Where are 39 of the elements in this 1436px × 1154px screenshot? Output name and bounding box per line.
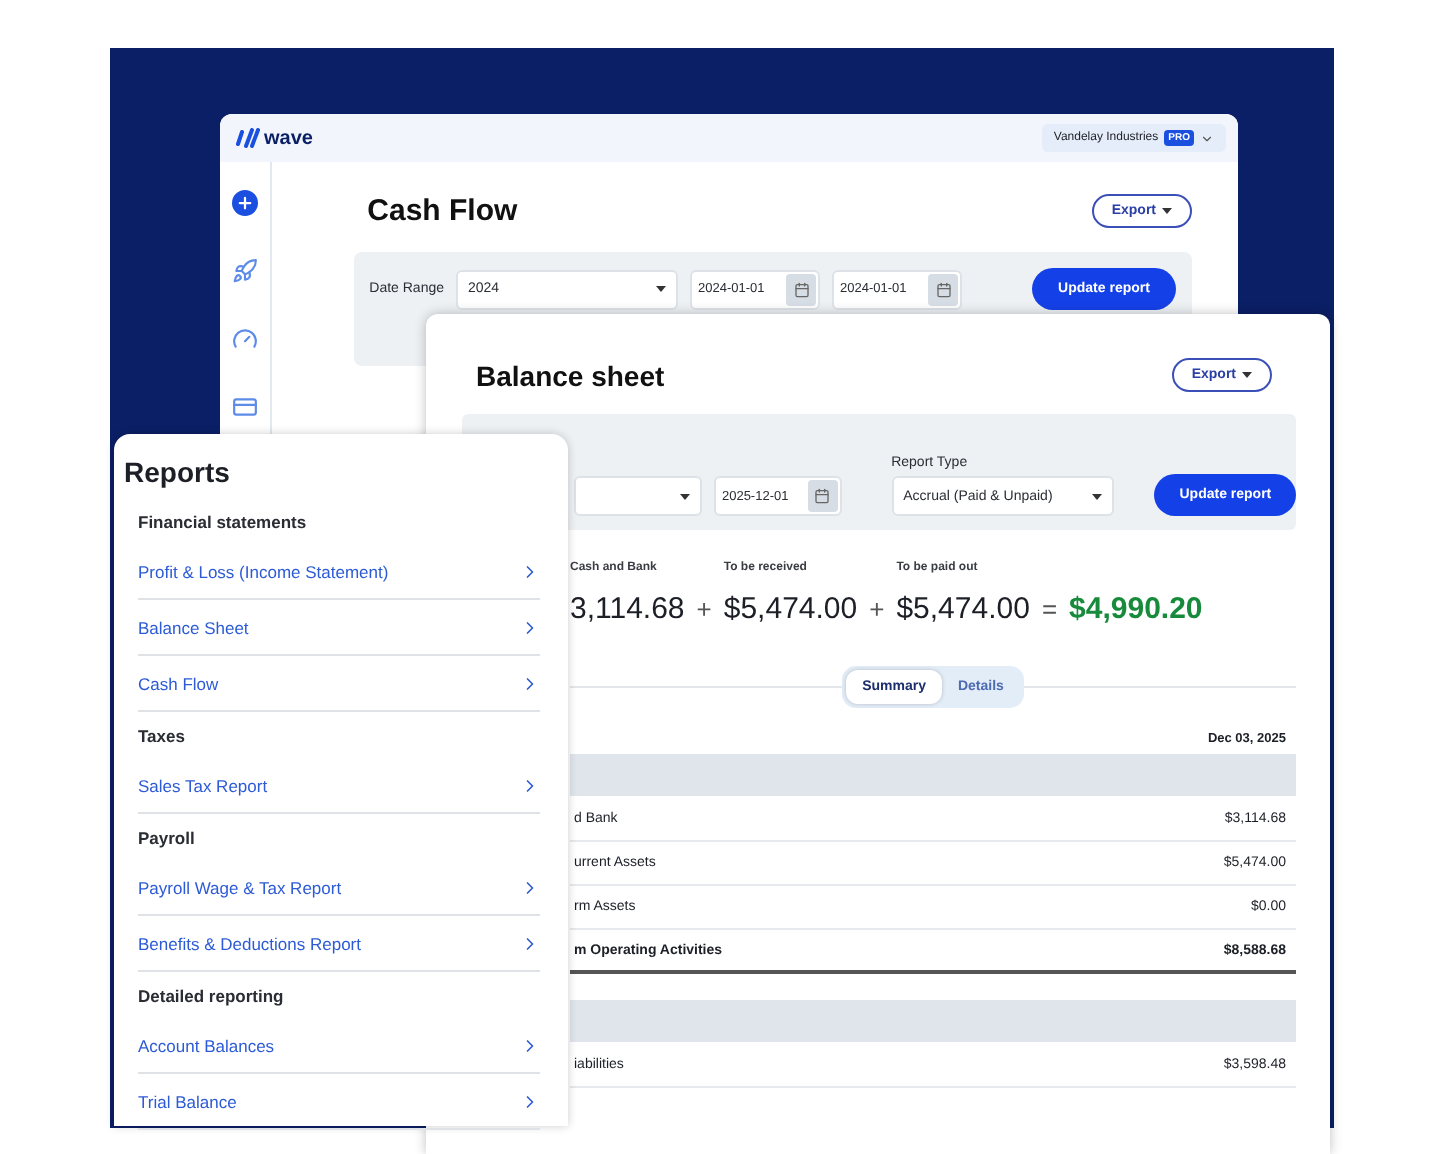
operator-sign: +	[869, 594, 885, 626]
calendar-icon	[935, 281, 951, 297]
section-heading: Financial statements	[138, 509, 309, 535]
report-link[interactable]: Profit & Loss (Income Statement)	[138, 544, 540, 600]
calendar-icon	[814, 488, 831, 504]
operator-sign: =	[1041, 594, 1058, 626]
logo-text: wave	[264, 127, 313, 149]
card-title: Balance sheet	[476, 359, 665, 391]
calendar-button[interactable]	[928, 273, 958, 305]
caret-icon	[1242, 372, 1252, 378]
section-heading: Taxes	[138, 723, 187, 749]
panel-title: Reports	[122, 454, 232, 492]
caret-icon	[656, 286, 666, 292]
calendar-button[interactable]	[807, 480, 838, 512]
metric-value: $5,474.00	[723, 592, 858, 626]
report-link[interactable]: Cash Flow	[138, 656, 540, 712]
report-link[interactable]: Sales Tax Report	[138, 758, 540, 814]
report-link[interactable]: Balance Sheet	[138, 600, 540, 656]
chevron-down-icon	[1200, 131, 1214, 145]
plus-icon	[235, 194, 254, 212]
rocket-icon[interactable]	[231, 258, 258, 284]
section-heading: Detailed reporting	[138, 983, 286, 1010]
report-link[interactable]: Benefits & Deductions Report	[138, 916, 540, 972]
section-heading: Payroll	[138, 825, 197, 852]
report-link[interactable]: Payroll Wage & Tax Report	[138, 860, 540, 916]
calendar-button[interactable]	[786, 273, 816, 305]
report-link[interactable]: Account Balances	[138, 1018, 540, 1074]
calendar-icon	[793, 281, 809, 297]
gauge-icon[interactable]	[231, 326, 258, 352]
page-title: Cash Flow	[367, 193, 518, 227]
net-total: $4,990.20	[1069, 592, 1203, 626]
card-icon[interactable]	[231, 394, 258, 420]
report-link[interactable]: Trial Balance	[138, 1074, 540, 1130]
logo-icon	[236, 128, 260, 148]
add-button[interactable]	[231, 190, 258, 216]
caret-icon	[1162, 207, 1172, 213]
metric-value: $5,474.00	[896, 592, 1030, 626]
metric-value: 3,114.68	[570, 592, 685, 626]
operator-sign: +	[696, 594, 712, 626]
